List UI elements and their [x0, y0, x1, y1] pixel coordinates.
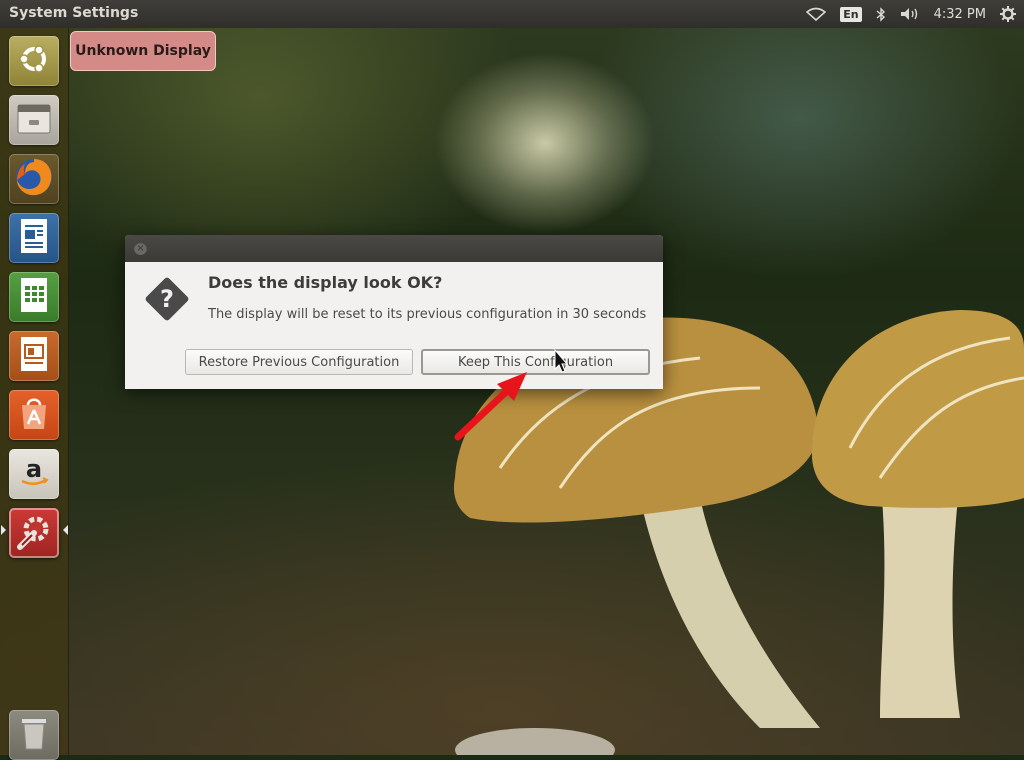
svg-text:a: a: [26, 455, 42, 483]
launcher-item-ubuntu-software-center[interactable]: [9, 390, 59, 440]
wifi-icon[interactable]: [806, 7, 827, 21]
trash-icon: [19, 715, 49, 755]
bluetooth-icon[interactable]: [876, 6, 886, 22]
launcher-item-libreoffice-impress[interactable]: [9, 331, 59, 381]
close-icon[interactable]: ×: [134, 242, 147, 255]
launcher-item-firefox[interactable]: [9, 154, 59, 204]
dialog-heading: Does the display look OK?: [208, 273, 443, 292]
launcher-item-system-settings[interactable]: [9, 508, 59, 558]
calc-spreadsheet-icon: [18, 276, 50, 318]
launcher-item-libreoffice-writer[interactable]: [9, 213, 59, 263]
svg-text:?: ?: [160, 285, 174, 313]
launcher-item-amazon[interactable]: a: [9, 449, 59, 499]
launcher-item-libreoffice-calc[interactable]: [9, 272, 59, 322]
file-cabinet-icon: [16, 101, 52, 139]
desktop-wallpaper: [0, 28, 1024, 755]
amazon-icon: a: [17, 455, 51, 493]
ubuntu-logo-icon: [17, 42, 51, 80]
writer-document-icon: [18, 217, 50, 259]
settings-wrench-icon: [14, 511, 54, 555]
dialog-message: The display will be reset to its previou…: [208, 307, 647, 322]
launcher-item-ubuntu-dash[interactable]: [9, 36, 59, 86]
question-icon: ?: [142, 274, 192, 328]
top-panel: System Settings En 4:32 PM: [0, 0, 1024, 28]
keyboard-layout-indicator[interactable]: En: [840, 6, 862, 22]
display-confirm-dialog: × ? Does the display look OK? The displa…: [125, 235, 663, 389]
app-title: System Settings: [9, 5, 139, 21]
impress-presentation-icon: [18, 335, 50, 377]
active-indicator-right: [63, 525, 68, 535]
volume-icon[interactable]: [900, 7, 920, 21]
system-tray: En 4:32 PM: [806, 0, 1016, 28]
active-indicator-left: [1, 525, 6, 535]
restore-previous-button[interactable]: Restore Previous Configuration: [185, 349, 413, 375]
launcher-item-trash[interactable]: [9, 710, 59, 760]
clock[interactable]: 4:32 PM: [934, 7, 986, 22]
gear-icon[interactable]: [1000, 6, 1016, 22]
launcher-item-files[interactable]: [9, 95, 59, 145]
dialog-titlebar: ×: [125, 235, 663, 262]
launcher: a: [0, 28, 69, 760]
shopping-bag-icon: [17, 395, 51, 435]
launcher-tooltip: Unknown Display: [70, 31, 216, 71]
mushroom-image: [453, 310, 1024, 755]
firefox-icon: [13, 156, 55, 202]
keep-configuration-button[interactable]: Keep This Configuration: [421, 349, 650, 375]
